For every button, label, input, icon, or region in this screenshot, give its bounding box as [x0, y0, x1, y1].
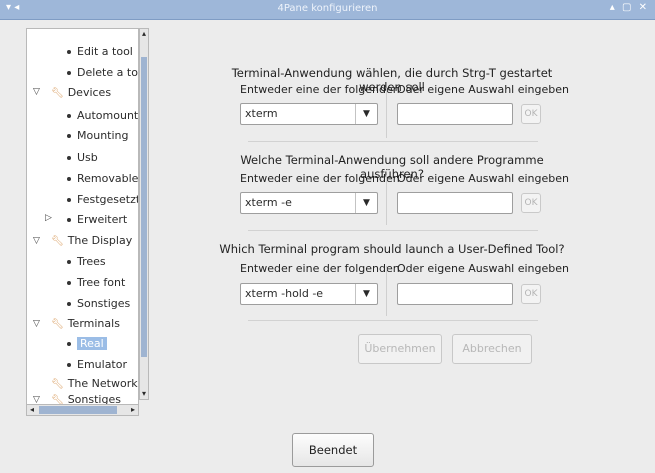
chevron-down-icon[interactable]: ▼ — [355, 193, 377, 213]
settings-tree[interactable]: Edit a tool Delete a too ▽ 🔧︎ Devices Aut… — [26, 28, 139, 414]
chevron-down-icon[interactable]: ▼ — [355, 284, 377, 304]
apply-button[interactable]: Übernehmen — [358, 334, 442, 364]
bullet-icon — [67, 218, 71, 222]
choose-from-label: Entweder eine der folgenden — [240, 172, 400, 185]
tree-item-emulator[interactable]: Emulator — [67, 356, 127, 374]
wrench-icon: 🔧︎ — [51, 88, 64, 99]
bullet-icon — [67, 134, 71, 138]
tree-item-usb[interactable]: Usb — [67, 149, 98, 167]
custom-terminal-input[interactable] — [397, 192, 513, 214]
bullet-icon — [67, 71, 71, 75]
bullet-icon — [67, 363, 71, 367]
scroll-thumb[interactable] — [141, 57, 147, 357]
bullet-icon — [67, 281, 71, 285]
vertical-divider — [386, 175, 387, 225]
tree-item-mounting[interactable]: Mounting — [67, 127, 129, 145]
select-value: xterm -e — [245, 196, 292, 209]
bullet-icon — [67, 302, 71, 306]
tree-item-erweitert[interactable]: Erweitert — [67, 211, 127, 229]
collapse-arrow-icon[interactable]: ▽ — [33, 87, 40, 97]
section-divider — [248, 320, 538, 321]
tree-item-sonstiges-display[interactable]: Sonstiges — [67, 295, 130, 313]
custom-terminal-input[interactable] — [397, 283, 513, 305]
tree-item-real[interactable]: Real — [67, 335, 107, 353]
scroll-thumb[interactable] — [39, 406, 117, 414]
tree-item-festgesetzt[interactable]: Festgesetzt — [67, 191, 138, 209]
terminal-select[interactable]: xterm ▼ — [240, 103, 378, 125]
vertical-divider — [386, 266, 387, 316]
tree-item-removable[interactable]: Removable — [67, 170, 138, 188]
bullet-icon — [67, 156, 71, 160]
vertical-divider — [386, 88, 387, 138]
ok-button[interactable]: OK — [521, 193, 541, 213]
tree-item-delete-a-tool[interactable]: Delete a too — [67, 64, 138, 82]
terminal-select[interactable]: xterm -hold -e ▼ — [240, 283, 378, 305]
tree-item-edit-a-tool[interactable]: Edit a tool — [67, 43, 133, 61]
window-controls-icon[interactable]: ▴ ▢ ✕ — [610, 2, 649, 13]
custom-entry-label: Oder eigene Auswahl eingeben — [397, 262, 569, 275]
ok-button[interactable]: OK — [521, 284, 541, 304]
section-title-user-defined-tool: Which Terminal program should launch a U… — [219, 242, 565, 256]
tree-item-trees[interactable]: Trees — [67, 253, 106, 271]
tree-horizontal-scrollbar[interactable]: ◂ ▸ — [26, 404, 139, 416]
bullet-icon — [67, 342, 71, 346]
section-divider — [248, 141, 538, 142]
window-titlebar: ▾ ◂ 4Pane konfigurieren ▴ ▢ ✕ — [0, 0, 655, 20]
collapse-arrow-icon[interactable]: ▽ — [33, 319, 40, 329]
select-value: xterm -hold -e — [245, 287, 324, 300]
collapse-arrow-icon[interactable]: ▽ — [33, 236, 40, 246]
tree-vertical-scrollbar[interactable]: ▴ ▾ — [139, 28, 149, 400]
bullet-icon — [67, 260, 71, 264]
wrench-icon: 🔧︎ — [51, 379, 64, 390]
window-title: 4Pane konfigurieren — [277, 3, 378, 14]
scroll-left-icon[interactable]: ◂ — [27, 405, 37, 415]
tree-item-terminals[interactable]: 🔧︎ Terminals — [51, 315, 120, 333]
tree-item-tree-font[interactable]: Tree font — [67, 274, 125, 292]
custom-terminal-input[interactable] — [397, 103, 513, 125]
done-button[interactable]: Beendet — [292, 433, 374, 467]
wrench-icon: 🔧︎ — [51, 319, 64, 330]
bullet-icon — [67, 50, 71, 54]
custom-entry-label: Oder eigene Auswahl eingeben — [397, 83, 569, 96]
scroll-up-icon[interactable]: ▴ — [140, 29, 148, 39]
selected-label: Real — [77, 337, 107, 350]
custom-entry-label: Oder eigene Auswahl eingeben — [397, 172, 569, 185]
bullet-icon — [67, 177, 71, 181]
select-value: xterm — [245, 107, 278, 120]
choose-from-label: Entweder eine der folgenden — [240, 83, 400, 96]
tree-item-devices[interactable]: 🔧︎ Devices — [51, 84, 111, 102]
bullet-icon — [67, 198, 71, 202]
section-divider — [248, 230, 538, 231]
tree-item-automount[interactable]: Automount — [67, 107, 138, 125]
scroll-down-icon[interactable]: ▾ — [140, 389, 148, 399]
terminal-select[interactable]: xterm -e ▼ — [240, 192, 378, 214]
tree-item-the-display[interactable]: 🔧︎ The Display — [51, 232, 132, 250]
cancel-button[interactable]: Abbrechen — [452, 334, 532, 364]
chevron-down-icon[interactable]: ▼ — [355, 104, 377, 124]
ok-button[interactable]: OK — [521, 104, 541, 124]
expand-arrow-icon[interactable]: ▷ — [45, 213, 52, 223]
choose-from-label: Entweder eine der folgenden — [240, 262, 400, 275]
scroll-right-icon[interactable]: ▸ — [128, 405, 138, 415]
wrench-icon: 🔧︎ — [51, 236, 64, 247]
bullet-icon — [67, 114, 71, 118]
